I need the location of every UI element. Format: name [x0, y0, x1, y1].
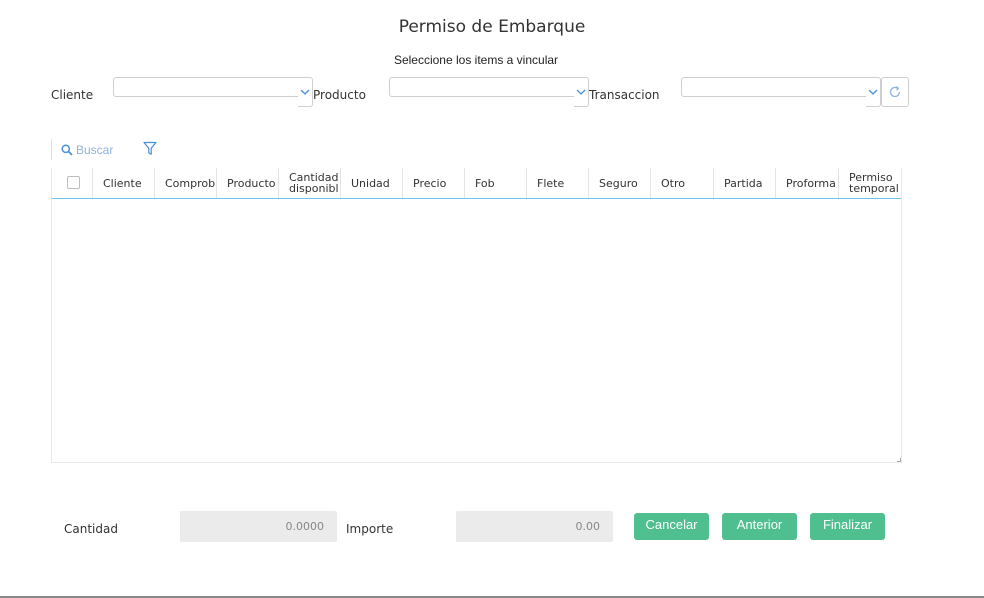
importe-label: Importe: [346, 522, 394, 536]
column-header-flete[interactable]: Flete: [527, 168, 589, 198]
importe-field: 0.00: [456, 511, 613, 542]
producto-label: Producto: [313, 88, 366, 102]
transaccion-label: Transaccion: [589, 88, 660, 102]
column-header-precio[interactable]: Precio: [403, 168, 465, 198]
producto-dropdown-button[interactable]: [574, 84, 589, 107]
select-all-cell: [52, 168, 93, 198]
column-header-comprobante[interactable]: Comprob: [155, 168, 217, 198]
transaccion-dropdown-button[interactable]: [866, 84, 881, 107]
back-button[interactable]: Anterior: [722, 513, 797, 540]
filter-button[interactable]: [143, 141, 157, 160]
column-header-seguro[interactable]: Seguro: [589, 168, 651, 198]
grid-toolbar: Buscar: [51, 138, 851, 162]
column-header-permiso-temporal[interactable]: Permiso temporal: [839, 168, 901, 198]
search-icon: [61, 144, 73, 156]
cancel-button[interactable]: Cancelar: [634, 513, 709, 540]
column-header-partida[interactable]: Partida: [714, 168, 776, 198]
filter-icon: [143, 141, 157, 155]
column-header-proforma[interactable]: Proforma: [776, 168, 839, 198]
toolbar-divider: [51, 139, 52, 160]
grid-header: Cliente Comprob Producto Cantidad dispon…: [52, 168, 901, 199]
chevron-down-icon: [300, 89, 310, 95]
column-header-fob[interactable]: Fob: [465, 168, 527, 198]
column-header-producto[interactable]: Producto: [217, 168, 279, 198]
dialog-subtitle: Seleccione los items a vincular: [393, 53, 559, 67]
cliente-dropdown-button[interactable]: [298, 84, 313, 107]
transaccion-combobox[interactable]: [681, 77, 881, 107]
chevron-down-icon: [576, 89, 586, 95]
search-button-label: Buscar: [76, 143, 114, 157]
search-button[interactable]: Buscar: [61, 142, 113, 158]
grid-resize-grip[interactable]: [897, 458, 901, 462]
refresh-icon: [889, 86, 901, 98]
items-grid: Cliente Comprob Producto Cantidad dispon…: [51, 168, 902, 463]
column-header-cliente[interactable]: Cliente: [93, 168, 155, 198]
finish-button[interactable]: Finalizar: [810, 513, 885, 540]
refresh-button[interactable]: [881, 77, 909, 107]
column-header-unidad[interactable]: Unidad: [341, 168, 403, 198]
cantidad-label: Cantidad: [64, 522, 118, 536]
chevron-down-icon: [868, 89, 878, 95]
cliente-label: Cliente: [51, 88, 94, 102]
cantidad-field: 0.0000: [180, 511, 337, 542]
cliente-combobox[interactable]: [113, 77, 313, 107]
grid-body: [52, 199, 901, 462]
column-header-cantidad-disponible[interactable]: Cantidad disponibl: [279, 168, 341, 198]
dialog-title: Permiso de Embarque: [398, 17, 586, 37]
select-all-checkbox[interactable]: [67, 176, 80, 189]
column-header-otro[interactable]: Otro: [651, 168, 714, 198]
producto-combobox[interactable]: [389, 77, 589, 107]
